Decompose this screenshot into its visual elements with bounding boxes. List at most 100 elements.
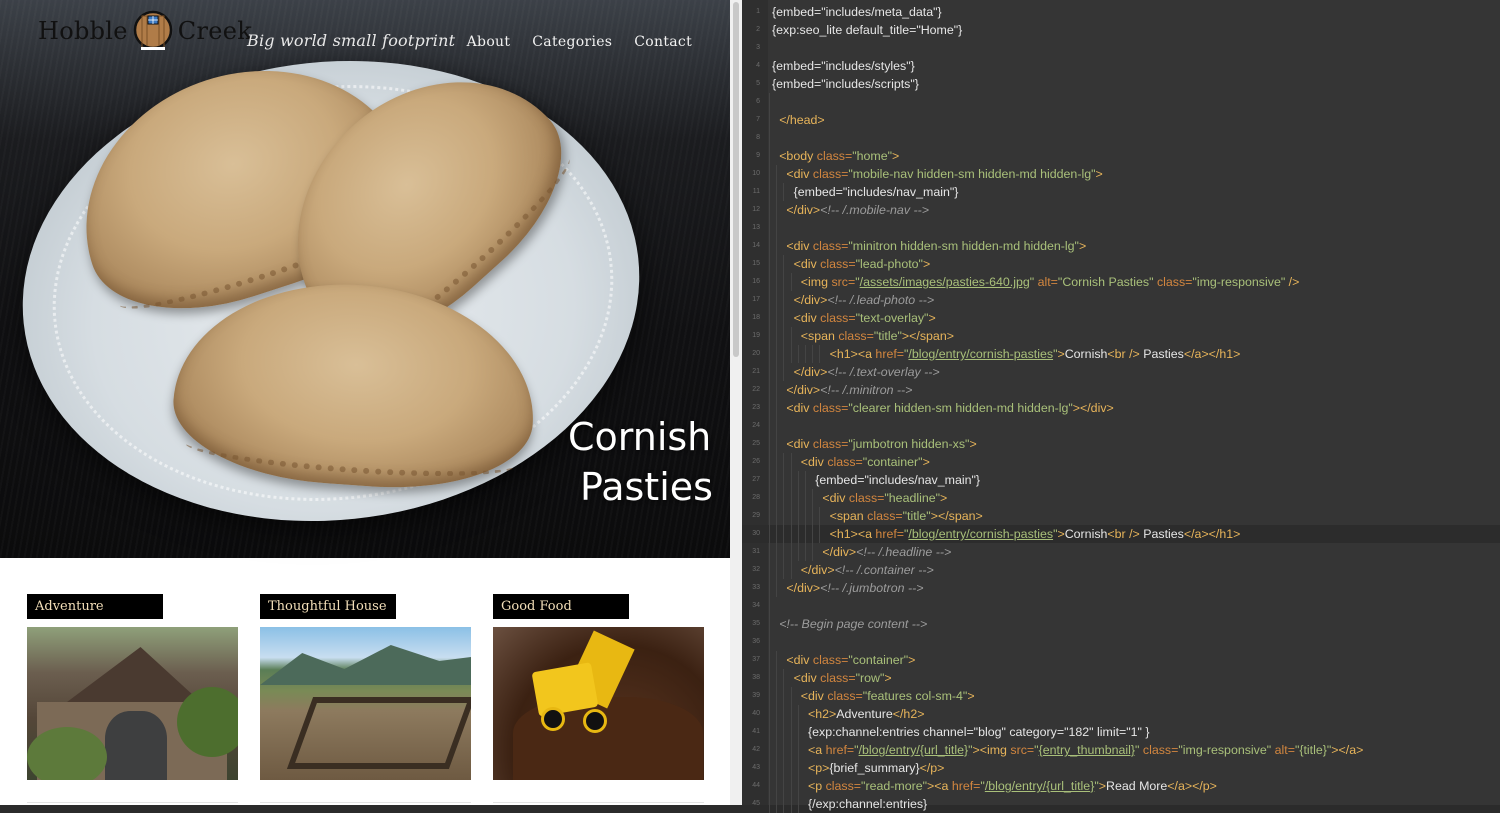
code-line[interactable]: 23 <div class="clearer hidden-sm hidden-m… (742, 399, 1500, 417)
code-line[interactable]: 30 <h1><a href="/blog/entry/cornish-pasti… (742, 525, 1500, 543)
code-line[interactable]: 25 <div class="jumbotron hidden-xs"> (742, 435, 1500, 453)
code-line[interactable]: 13 (742, 219, 1500, 237)
code-line[interactable]: 10 <div class="mobile-nav hidden-sm hidde… (742, 165, 1500, 183)
code-line[interactable]: 14 <div class="minitron hidden-sm hidden-… (742, 237, 1500, 255)
code-text: <div class="jumbotron hidden-xs"> (786, 435, 976, 453)
text-token: {embed="includes/scripts"} (772, 77, 919, 91)
text-token: {embed="includes/styles"} (772, 59, 915, 73)
line-number: 7 (756, 116, 760, 123)
indent-guide (776, 165, 778, 183)
site-logo[interactable]: Hobble Creek (38, 10, 252, 52)
link-token[interactable]: /blog/entry/cornish-pasties (908, 527, 1053, 541)
code-text: {embed="includes/nav_main"} (794, 183, 959, 201)
code-line[interactable]: 34 (742, 597, 1500, 615)
logo-word-hobble: Hobble (38, 17, 128, 45)
code-line[interactable]: 15 <div class="lead-photo"> (742, 255, 1500, 273)
feature-thumbnail-link[interactable] (27, 627, 238, 780)
indent-guide (805, 345, 806, 363)
code-line[interactable]: 40 <h2>Adventure</h2> (742, 705, 1500, 723)
string-token: "title" (873, 329, 902, 343)
code-line[interactable]: 41 {exp:channel:entries channel="blog" ca… (742, 723, 1500, 741)
code-line[interactable]: 33 </div><!-- /.jumbotron --> (742, 579, 1500, 597)
code-line[interactable]: 3 (742, 39, 1500, 57)
code-line[interactable]: 19 <span class="title"></span> (742, 327, 1500, 345)
attribute-token: class= (1139, 743, 1179, 757)
indent-guide (776, 273, 778, 291)
link-token[interactable]: {entry_thumbnail} (1039, 743, 1135, 757)
indent-guide (783, 453, 785, 471)
feature-thumbnail-link[interactable] (493, 627, 704, 780)
string-token: "text-overlay" (855, 311, 929, 325)
indent-guide (769, 633, 770, 651)
code-line[interactable]: 28 <div class="headline"> (742, 489, 1500, 507)
code-line[interactable]: 31 </div><!-- /.headline --> (742, 543, 1500, 561)
nav-about[interactable]: About (467, 34, 511, 50)
code-line[interactable]: 22 </div><!-- /.minitron --> (742, 381, 1500, 399)
indent-guide (776, 183, 778, 201)
code-line[interactable]: 42 <a href="/blog/entry/{url_title}"><img… (742, 741, 1500, 759)
code-line[interactable]: 11 {embed="includes/nav_main"} (742, 183, 1500, 201)
text-token: Read More (1106, 779, 1168, 793)
indent-guide (776, 201, 778, 219)
text-token: Pasties (1139, 347, 1184, 361)
link-token[interactable]: /assets/images/pasties-640.jpg (860, 275, 1030, 289)
code-line[interactable]: 24 (742, 417, 1500, 435)
code-line[interactable]: 45 {/exp:channel:entries} (742, 795, 1500, 813)
nav-contact[interactable]: Contact (634, 34, 692, 50)
tag-token: <div (786, 437, 813, 451)
tag-token: <div (786, 653, 813, 667)
code-line[interactable]: 39 <div class="features col-sm-4"> (742, 687, 1500, 705)
code-line[interactable]: 4 {embed="includes/styles"} (742, 57, 1500, 75)
code-line[interactable]: 8 (742, 129, 1500, 147)
code-line[interactable]: 6 (742, 93, 1500, 111)
code-editor[interactable]: 1 {embed="includes/meta_data"} 2 {exp:seo_l… (742, 0, 1500, 813)
code-line[interactable]: 37 <div class="container"> (742, 651, 1500, 669)
attribute-token: class= (812, 437, 849, 451)
code-line[interactable]: 35 <!-- Begin page content --> (742, 615, 1500, 633)
code-line[interactable]: 26 <div class="container"> (742, 453, 1500, 471)
code-line[interactable]: 44 <p class="read-more"><a href="/blog/en… (742, 777, 1500, 795)
indent-guide (783, 471, 785, 489)
attribute-token: src= (1010, 743, 1035, 757)
code-line[interactable]: 5 {embed="includes/scripts"} (742, 75, 1500, 93)
code-text: </div><!-- /.lead-photo --> (794, 291, 935, 309)
code-line[interactable]: 21 </div><!-- /.text-overlay --> (742, 363, 1500, 381)
code-line[interactable]: 18 <div class="text-overlay"> (742, 309, 1500, 327)
feature-thoughtful-house: Thoughtful House (260, 594, 471, 803)
code-line[interactable]: 9 <body class="home"> (742, 147, 1500, 165)
indent-guide (776, 345, 778, 363)
code-text: </div><!-- /.mobile-nav --> (786, 201, 929, 219)
code-line[interactable]: 27 {embed="includes/nav_main"} (742, 471, 1500, 489)
attribute-token: class= (838, 329, 874, 343)
indent-guide (769, 255, 770, 273)
tag-token: <div (793, 311, 821, 325)
code-text: </div><!-- /.headline --> (822, 543, 951, 561)
link-token[interactable]: /blog/entry/cornish-pasties (908, 347, 1053, 361)
hero-headline-link[interactable]: Cornish Pasties (568, 412, 728, 512)
code-line[interactable]: 36 (742, 633, 1500, 651)
code-line[interactable]: 7 </head> (742, 111, 1500, 129)
feature-thumbnail-link[interactable] (260, 627, 471, 780)
code-line[interactable]: 38 <div class="row"> (742, 669, 1500, 687)
preview-scrollbar-thumb[interactable] (733, 2, 739, 357)
code-line[interactable]: 32 </div><!-- /.container --> (742, 561, 1500, 579)
link-token[interactable]: /blog/entry/{url_title} (859, 743, 969, 757)
indent-guide (783, 363, 785, 381)
indent-guide (776, 417, 778, 435)
code-line[interactable]: 43 <p>{brief_summary}</p> (742, 759, 1500, 777)
code-line[interactable]: 1 {embed="includes/meta_data"} (742, 3, 1500, 21)
nav-categories[interactable]: Categories (532, 34, 612, 50)
code-line[interactable]: 2 {exp:seo_lite default_title="Home"} (742, 21, 1500, 39)
string-token: "minitron hidden-sm hidden-md hidden-lg" (848, 239, 1079, 253)
code-line[interactable]: 17 </div><!-- /.lead-photo --> (742, 291, 1500, 309)
indent-guide (805, 471, 806, 489)
code-line[interactable]: 16 <img src="/assets/images/pasties-640.j… (742, 273, 1500, 291)
link-token[interactable]: /blog/entry/{url_title} (985, 779, 1095, 793)
code-line[interactable]: 20 <h1><a href="/blog/entry/cornish-pasti… (742, 345, 1500, 363)
indent-guide (797, 723, 799, 741)
code-line[interactable]: 29 <span class="title"></span> (742, 507, 1500, 525)
code-line[interactable]: 12 </div><!-- /.mobile-nav --> (742, 201, 1500, 219)
attribute-token: class= (820, 311, 856, 325)
code-text: {embed="includes/scripts"} (772, 75, 919, 93)
tag-token: <span (800, 329, 839, 343)
